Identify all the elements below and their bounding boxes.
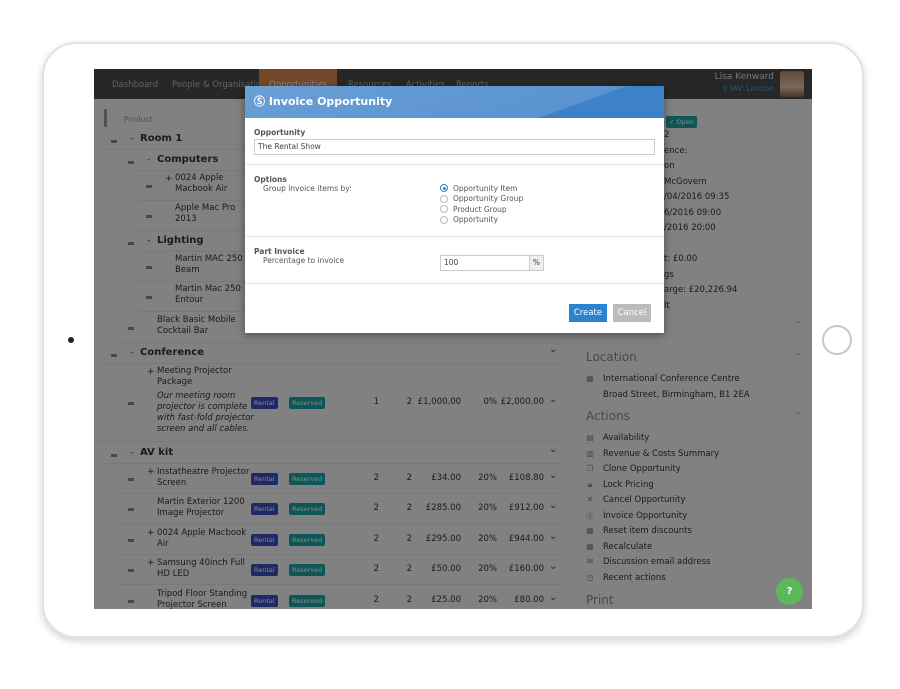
radio-option[interactable]: Opportunity Item	[440, 183, 523, 194]
radio-option[interactable]: Product Group	[440, 204, 523, 215]
radio-label: Opportunity Item	[453, 183, 518, 193]
radio-button[interactable]	[440, 215, 448, 224]
opportunity-label: Opportunity	[254, 128, 306, 137]
modal-header: Ⓢ Invoice Opportunity ×	[245, 86, 664, 118]
camera	[68, 337, 74, 343]
radio-button[interactable]	[440, 184, 448, 193]
dollar-circle-icon: Ⓢ	[254, 95, 269, 108]
radio-label: Opportunity Group	[453, 194, 524, 204]
invoice-opportunity-modal: Ⓢ Invoice Opportunity × Opportunity The …	[245, 86, 664, 333]
radio-label: Product Group	[453, 204, 507, 214]
radio-button[interactable]	[440, 205, 448, 214]
cancel-button[interactable]: Cancel	[613, 304, 651, 322]
radio-button[interactable]	[440, 194, 448, 203]
radio-label: Opportunity	[453, 215, 499, 225]
close-icon[interactable]: ×	[646, 82, 654, 114]
home-button[interactable]	[822, 325, 852, 355]
help-chat-button[interactable]: ?	[776, 578, 803, 605]
modal-title: Invoice Opportunity	[268, 95, 393, 108]
radio-option[interactable]: Opportunity Group	[440, 194, 523, 205]
app-screen: Lisa Kenward ⚲ IAV: London Dashboard Peop…	[94, 69, 812, 609]
group-by-radio-group: Opportunity Item Opportunity Group Product…	[440, 183, 523, 225]
opportunity-field[interactable]: The Rental Show	[254, 139, 655, 155]
create-button[interactable]: Create	[569, 304, 607, 322]
percent-suffix: %	[530, 255, 544, 271]
percentage-input[interactable]: 100	[440, 255, 530, 271]
radio-option[interactable]: Opportunity	[440, 215, 523, 226]
